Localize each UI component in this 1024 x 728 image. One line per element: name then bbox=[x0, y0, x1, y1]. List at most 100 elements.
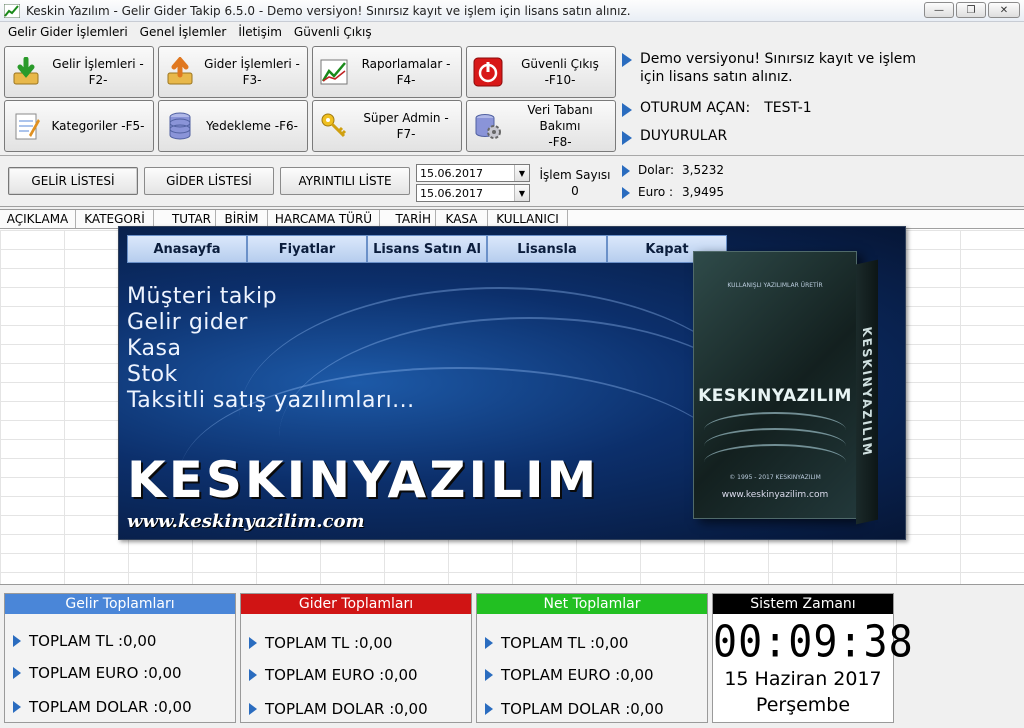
dollar-rate: Dolar: 3,5232 bbox=[618, 163, 724, 177]
menu-secure-exit[interactable]: Güvenli Çıkış bbox=[290, 25, 380, 39]
net-totals-panel: Net Toplamlar TOPLAM TL :0,00 TOPLAM EUR… bbox=[476, 593, 708, 723]
database-icon bbox=[169, 112, 191, 140]
database-maintenance-button[interactable]: Veri Tabanı Bakımı -F8- bbox=[466, 100, 616, 152]
menu-contact[interactable]: İletişim bbox=[234, 25, 290, 39]
chevron-down-icon[interactable]: ▼ bbox=[514, 165, 529, 181]
app-chart-icon bbox=[3, 3, 21, 18]
title-bar: Keskin Yazılım - Gelir Gider Takip 6.5.0… bbox=[0, 0, 1024, 22]
income-total-tl: TOPLAM TL :0,00 bbox=[9, 632, 156, 650]
box-copyright: © 1995 - 2017 KESKINYAZILIM bbox=[729, 474, 821, 481]
expense-totals-title: Gider Toplamları bbox=[241, 594, 471, 614]
income-totals-panel: Gelir Toplamları TOPLAM TL :0,00 TOPLAM … bbox=[4, 593, 236, 723]
income-total-tl-text: TOPLAM TL :0,00 bbox=[29, 632, 157, 650]
demo-notice-text: Demo versiyonu! Sınırsız kayıt ve işlem … bbox=[640, 51, 917, 85]
banner-slogan-line: Taksitli satış yazılımları... bbox=[127, 388, 415, 413]
chevron-right-icon bbox=[249, 637, 257, 649]
box-brand: KESKINYAZILIM bbox=[698, 386, 852, 406]
session-info: OTURUM AÇAN: TEST-1 bbox=[618, 100, 812, 117]
key-icon bbox=[321, 113, 347, 138]
reports-label: Raporlamalar -F4- bbox=[361, 57, 451, 87]
minimize-button[interactable]: — bbox=[924, 2, 954, 18]
banner-nav-license[interactable]: Lisansla bbox=[487, 235, 607, 263]
chevron-right-icon bbox=[13, 635, 21, 647]
restore-button[interactable]: ❐ bbox=[956, 2, 986, 18]
expense-totals-panel: Gider Toplamları TOPLAM TL :0,00 TOPLAM … bbox=[240, 593, 472, 723]
date-to-value: 15.06.2017 bbox=[420, 186, 483, 200]
expense-operations-button[interactable]: Gider İşlemleri -F3- bbox=[158, 46, 308, 98]
banner-slogan-line: Kasa bbox=[127, 336, 182, 361]
banner-slogan-line: Gelir gider bbox=[127, 310, 248, 335]
backup-button[interactable]: Yedekleme -F6- bbox=[158, 100, 308, 152]
income-totals-title: Gelir Toplamları bbox=[5, 594, 235, 614]
expense-operations-label: Gider İşlemleri -F3- bbox=[204, 57, 300, 87]
toolbar: Gelir İşlemleri -F2- Gider İşlemleri -F3… bbox=[0, 42, 1024, 156]
chevron-right-icon bbox=[485, 669, 493, 681]
chevron-right-icon bbox=[249, 669, 257, 681]
income-total-euro-text: TOPLAM EURO :0,00 bbox=[29, 664, 182, 682]
banner-url[interactable]: www.keskinyazilim.com bbox=[127, 511, 365, 532]
net-total-euro: TOPLAM EURO :0,00 bbox=[481, 666, 654, 684]
download-arrow-icon bbox=[13, 57, 39, 85]
dollar-value: 3,5232 bbox=[682, 163, 724, 177]
tab-detailed-list[interactable]: AYRINTILI LİSTE bbox=[280, 167, 410, 195]
filter-bar: GELİR LİSTESİ GİDER LİSTESİ AYRINTILI Lİ… bbox=[0, 157, 1024, 207]
net-total-dollar-text: TOPLAM DOLAR :0,00 bbox=[501, 700, 664, 718]
product-box-image: KULLANIŞLI YAZILIMLAR ÜRETİR KESKINYAZIL… bbox=[693, 251, 878, 525]
expense-total-dollar-text: TOPLAM DOLAR :0,00 bbox=[265, 700, 428, 718]
chevron-right-icon bbox=[249, 703, 257, 715]
chevron-right-icon bbox=[485, 703, 493, 715]
income-operations-button[interactable]: Gelir İşlemleri -F2- bbox=[4, 46, 154, 98]
date-to-picker[interactable]: 15.06.2017 ▼ bbox=[416, 184, 530, 202]
chevron-down-icon[interactable]: ▼ bbox=[514, 185, 529, 201]
chevron-right-icon bbox=[622, 165, 630, 177]
tab-expense-list[interactable]: GİDER LİSTESİ bbox=[144, 167, 274, 195]
net-total-tl: TOPLAM TL :0,00 bbox=[481, 634, 628, 652]
chevron-right-icon bbox=[622, 103, 632, 117]
reports-button[interactable]: Raporlamalar -F4- bbox=[312, 46, 462, 98]
close-button[interactable]: ✕ bbox=[988, 2, 1020, 18]
banner-nav: Anasayfa Fiyatlar Lisans Satın Al Lisans… bbox=[127, 235, 727, 263]
system-clock-title: Sistem Zamanı bbox=[713, 594, 893, 614]
banner-nav-buy-license[interactable]: Lisans Satın Al bbox=[367, 235, 487, 263]
chevron-right-icon bbox=[13, 667, 21, 679]
column-description[interactable]: AÇIKLAMA bbox=[0, 210, 76, 228]
expense-total-tl-text: TOPLAM TL :0,00 bbox=[265, 634, 393, 652]
chevron-right-icon bbox=[13, 701, 21, 713]
notepad-icon bbox=[15, 113, 40, 140]
super-admin-button[interactable]: Süper Admin -F7- bbox=[312, 100, 462, 152]
secure-exit-label: Güvenli Çıkış -F10- bbox=[521, 57, 599, 87]
expense-total-tl: TOPLAM TL :0,00 bbox=[245, 634, 392, 652]
banner-slogan-line: Stok bbox=[127, 362, 178, 387]
tab-income-list[interactable]: GELİR LİSTESİ bbox=[8, 167, 138, 195]
chevron-right-icon bbox=[622, 131, 632, 145]
menu-general[interactable]: Genel İşlemler bbox=[136, 25, 235, 39]
categories-label: Kategoriler -F5- bbox=[51, 119, 145, 133]
date-from-picker[interactable]: 15.06.2017 ▼ bbox=[416, 164, 530, 182]
database-maintenance-label: Veri Tabanı Bakımı -F8- bbox=[527, 103, 593, 149]
super-admin-label: Süper Admin -F7- bbox=[363, 111, 449, 141]
banner-slogan-line: Müşteri takip bbox=[127, 284, 278, 309]
banner-brand: KESKINYAZILIM bbox=[127, 451, 600, 509]
chevron-right-icon bbox=[485, 637, 493, 649]
announcements-link[interactable]: DUYURULAR bbox=[618, 128, 727, 145]
box-website: www.keskinyazilim.com bbox=[721, 490, 829, 500]
totals-area: Gelir Toplamları TOPLAM TL :0,00 TOPLAM … bbox=[0, 587, 1024, 728]
transaction-count-value: 0 bbox=[571, 184, 579, 198]
banner-nav-home[interactable]: Anasayfa bbox=[127, 235, 247, 263]
date-from-value: 15.06.2017 bbox=[420, 166, 483, 180]
income-total-euro: TOPLAM EURO :0,00 bbox=[9, 664, 182, 682]
transaction-count-label: İşlem Sayısı bbox=[539, 168, 611, 182]
euro-label: Euro : bbox=[638, 185, 674, 199]
menu-income-expense[interactable]: Gelir Gider İşlemleri bbox=[4, 25, 136, 39]
demo-notice: Demo versiyonu! Sınırsız kayıt ve işlem … bbox=[618, 50, 918, 86]
secure-exit-button[interactable]: Güvenli Çıkış -F10- bbox=[466, 46, 616, 98]
system-clock-panel: Sistem Zamanı 00:09:38 15 Haziran 2017 P… bbox=[712, 593, 913, 723]
categories-button[interactable]: Kategoriler -F5- bbox=[4, 100, 154, 152]
net-totals-title: Net Toplamlar bbox=[477, 594, 707, 614]
income-total-dollar-text: TOPLAM DOLAR :0,00 bbox=[29, 698, 192, 716]
menu-bar: Gelir Gider İşlemleri Genel İşlemler İle… bbox=[0, 22, 1024, 42]
system-clock-day: Perşembe bbox=[755, 694, 851, 716]
banner-nav-prices[interactable]: Fiyatlar bbox=[247, 235, 367, 263]
session-label: OTURUM AÇAN: bbox=[640, 100, 751, 116]
expense-total-euro: TOPLAM EURO :0,00 bbox=[245, 666, 418, 684]
